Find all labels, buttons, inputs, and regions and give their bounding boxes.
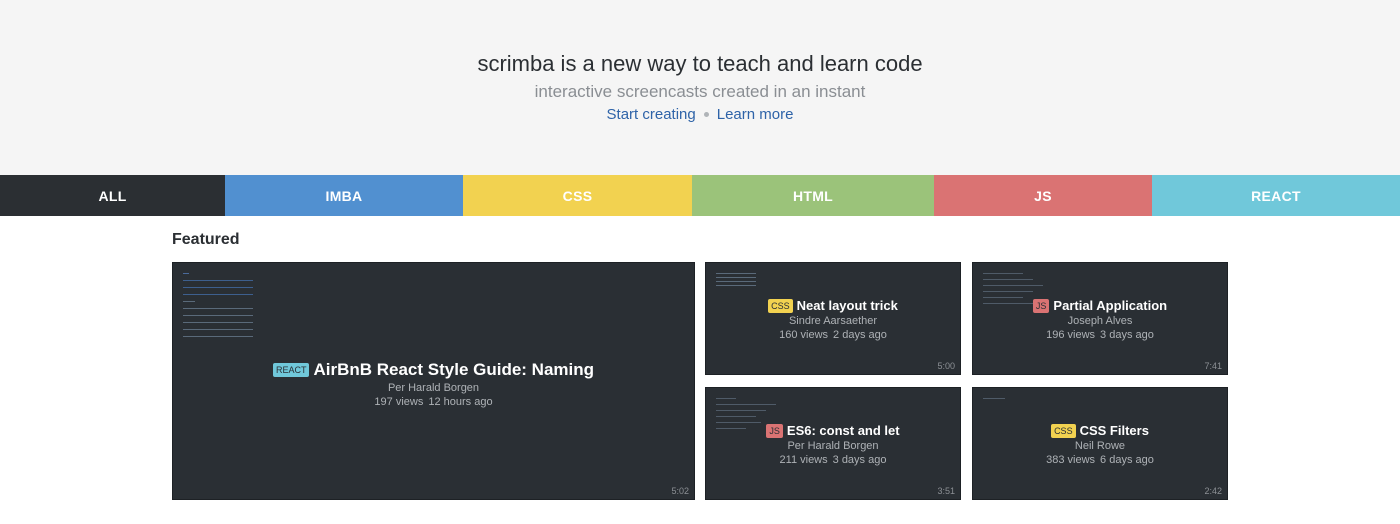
card-views: 196 views — [1046, 329, 1096, 341]
tab-css[interactable]: CSS — [463, 175, 692, 216]
card-title: AirBnB React Style Guide: Naming — [313, 360, 595, 379]
card-info: REACT AirBnB React Style Guide: Naming P… — [173, 360, 694, 408]
featured-card[interactable]: CSS CSS Filters Neil Rowe 383 views 6 day… — [972, 387, 1228, 500]
tab-all[interactable]: ALL — [0, 175, 225, 216]
card-duration: 3:51 — [937, 486, 955, 496]
card-title: Partial Application — [1053, 298, 1168, 313]
card-title: ES6: const and let — [786, 423, 900, 438]
card-author: Sindre Aarsaether — [788, 315, 878, 327]
category-tabs: ALL IMBA CSS HTML JS REACT — [0, 175, 1400, 216]
tab-imba[interactable]: IMBA — [225, 175, 463, 216]
card-age: 12 hours ago — [428, 396, 493, 408]
card-author: Joseph Alves — [1067, 315, 1133, 327]
tab-html[interactable]: HTML — [692, 175, 934, 216]
card-views: 383 views — [1046, 454, 1096, 466]
card-meta: 197 views 12 hours ago — [173, 396, 694, 408]
featured-heading: Featured — [172, 231, 240, 248]
tab-js[interactable]: JS — [934, 175, 1152, 216]
learn-more-link[interactable]: Learn more — [717, 106, 794, 123]
card-author: Per Harald Borgen — [387, 382, 480, 394]
code-preview — [183, 273, 253, 343]
code-preview — [716, 273, 756, 289]
card-author: Per Harald Borgen — [787, 440, 879, 452]
card-info: CSS Neat layout trick Sindre Aarsaether … — [706, 298, 960, 341]
tag-badge: JS — [766, 423, 783, 438]
card-duration: 5:00 — [937, 361, 955, 371]
card-views: 160 views — [779, 329, 829, 341]
card-duration: 5:02 — [671, 486, 689, 496]
card-info: JS ES6: const and let Per Harald Borgen … — [706, 423, 960, 466]
hero-title: scrimba is a new way to teach and learn … — [477, 51, 923, 76]
card-duration: 7:41 — [1204, 361, 1222, 371]
card-title: Neat layout trick — [796, 298, 898, 313]
card-views: 211 views — [779, 454, 828, 466]
card-duration: 2:42 — [1204, 486, 1222, 496]
featured-card[interactable]: JS Partial Application Joseph Alves 196 … — [972, 262, 1228, 375]
tag-badge: CSS — [1051, 423, 1076, 438]
tag-badge: CSS — [768, 298, 793, 313]
card-title: CSS Filters — [1079, 423, 1149, 438]
tab-react[interactable]: REACT — [1152, 175, 1400, 216]
card-meta: 160 views 2 days ago — [706, 329, 960, 341]
card-info: JS Partial Application Joseph Alves 196 … — [973, 298, 1227, 341]
card-age: 3 days ago — [832, 454, 887, 466]
hero-subtitle: interactive screencasts created in an in… — [534, 82, 866, 101]
card-age: 2 days ago — [833, 329, 887, 341]
card-age: 6 days ago — [1100, 454, 1154, 466]
featured-card-large[interactable]: REACT AirBnB React Style Guide: Naming P… — [172, 262, 695, 500]
card-age: 3 days ago — [1100, 329, 1154, 341]
tag-badge: JS — [1032, 298, 1050, 313]
card-views: 197 views — [374, 396, 424, 408]
hero-banner: scrimba is a new way to teach and learn … — [0, 0, 1400, 175]
card-info: CSS CSS Filters Neil Rowe 383 views 6 day… — [973, 423, 1227, 466]
card-author: Neil Rowe — [1074, 440, 1126, 452]
tag-badge: REACT — [272, 363, 310, 377]
hero-links: Start creating Learn more — [0, 106, 1400, 123]
card-meta: 211 views 3 days ago — [706, 454, 960, 466]
start-creating-link[interactable]: Start creating — [607, 106, 696, 123]
featured-card[interactable]: JS ES6: const and let Per Harald Borgen … — [705, 387, 961, 500]
card-meta: 196 views 3 days ago — [973, 329, 1227, 341]
code-preview — [983, 398, 1005, 405]
featured-card[interactable]: CSS Neat layout trick Sindre Aarsaether … — [705, 262, 961, 375]
separator-dot — [703, 111, 709, 117]
card-meta: 383 views 6 days ago — [973, 454, 1227, 466]
